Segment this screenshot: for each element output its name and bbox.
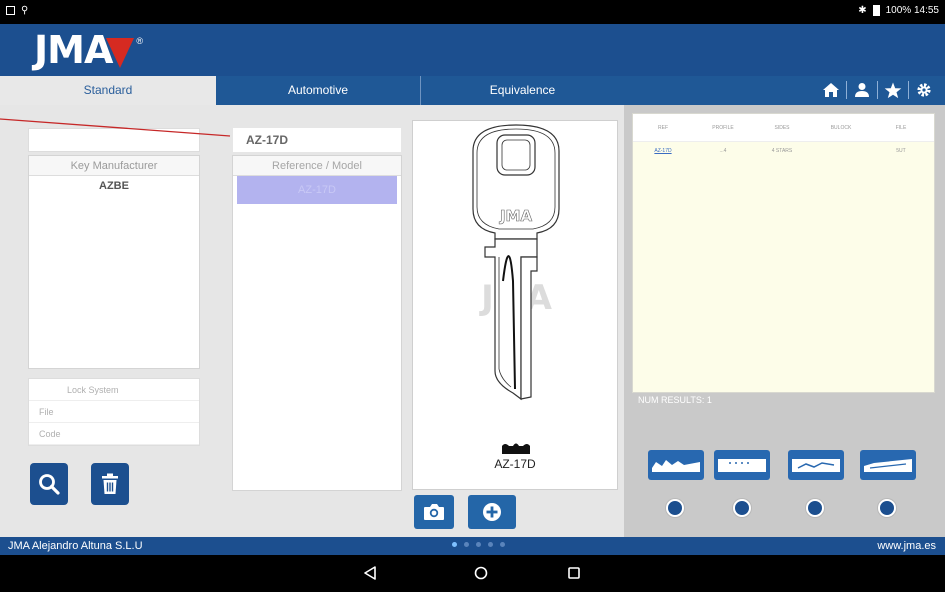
blade-type-4-icon[interactable] <box>860 450 916 480</box>
col-profile: PROFILE <box>712 124 734 131</box>
col-bulock: BULOCK <box>830 124 852 131</box>
trash-icon <box>102 473 118 494</box>
results-table: REF PROFILE SIDES BULOCK FILE AZ-17D ...… <box>632 113 935 393</box>
jma-logo: JMA ® <box>34 30 143 70</box>
page-dot[interactable] <box>488 542 493 547</box>
annotation-pointer-line <box>0 118 231 137</box>
blade-type-1-icon[interactable] <box>648 450 704 480</box>
num-results-label: NUM RESULTS: 1 <box>638 395 712 405</box>
reference-item-selected[interactable]: AZ-17D <box>237 176 397 204</box>
app-header: JMA ® <box>0 24 945 76</box>
logo-text: JMA <box>34 28 113 72</box>
key-image-panel: JMA JMA AZ-17D <box>412 120 618 490</box>
screenshot-icon <box>6 6 15 15</box>
results-header: REF PROFILE SIDES BULOCK FILE <box>633 114 934 142</box>
col-file: FILE <box>895 124 907 131</box>
key-brand-text: JMA <box>499 207 533 225</box>
page-indicator <box>452 542 505 547</box>
footer-bar: JMA Alejandro Altuna S.L.U www.jma.es <box>0 537 945 555</box>
page-dot[interactable] <box>452 542 457 547</box>
table-row[interactable]: AZ-17D ...4 4 STARS 5UT <box>633 142 934 160</box>
search-button[interactable] <box>30 463 68 505</box>
cell-file: 5UT <box>896 148 906 154</box>
camera-button[interactable] <box>414 495 454 529</box>
reference-list-header: Reference / Model <box>233 156 401 176</box>
col-sides: SIDES <box>774 124 790 131</box>
bluetooth-icon: ✱ <box>858 5 867 16</box>
col-ref: REF <box>658 124 668 131</box>
status-text: 100% 14:55 <box>885 5 939 16</box>
gear-icon[interactable] <box>911 79 937 101</box>
reference-list: Reference / Model AZ-17D <box>232 155 402 491</box>
page-dot[interactable] <box>500 542 505 547</box>
manufacturer-list: Key Manufacturer AZBE <box>28 155 200 369</box>
add-button[interactable] <box>468 495 516 529</box>
delete-button[interactable] <box>91 463 129 505</box>
toolbar-icons <box>818 79 937 101</box>
cell-profile: ...4 <box>719 148 727 154</box>
key-reference-caption: AZ-17D <box>494 457 536 471</box>
tab-automotive[interactable]: Automotive <box>216 76 420 105</box>
back-icon[interactable] <box>361 564 379 582</box>
logo-triangle <box>106 38 135 68</box>
home-icon[interactable] <box>818 79 844 101</box>
search-icon <box>39 474 60 495</box>
usb-icon: ⚲ <box>21 5 29 16</box>
toolbar-divider <box>908 81 909 99</box>
logo-registered: ® <box>136 36 144 46</box>
reference-search-input[interactable]: AZ-17D <box>233 128 401 152</box>
lock-system-field[interactable]: Lock System <box>29 379 199 401</box>
cell-ref[interactable]: AZ-17D <box>633 148 693 154</box>
blade-type-1-radio[interactable] <box>666 499 684 517</box>
cell-sides: 4 STARS <box>771 148 793 154</box>
tab-equivalence[interactable]: Equivalence <box>420 76 624 105</box>
toolbar-divider <box>846 81 847 99</box>
blade-type-3-icon[interactable] <box>788 450 844 480</box>
tab-bar: Standard Automotive Equivalence <box>0 76 945 105</box>
toolbar-divider <box>877 81 878 99</box>
page-dot[interactable] <box>464 542 469 547</box>
blade-type-4-radio[interactable] <box>878 499 896 517</box>
blade-type-2-radio[interactable] <box>733 499 751 517</box>
file-field[interactable]: File <box>29 401 199 423</box>
code-field[interactable]: Code <box>29 423 199 445</box>
camera-icon <box>424 504 444 520</box>
blade-type-2-icon[interactable] <box>714 450 770 480</box>
home-nav-icon[interactable] <box>472 564 490 582</box>
tab-standard[interactable]: Standard <box>0 76 216 105</box>
manufacturer-list-header: Key Manufacturer <box>29 156 199 176</box>
star-icon[interactable] <box>880 79 906 101</box>
footer-website-link[interactable]: www.jma.es <box>877 540 936 552</box>
recents-icon[interactable] <box>565 564 583 582</box>
user-icon[interactable] <box>849 79 875 101</box>
lock-info-box: Lock System File Code <box>28 378 200 446</box>
page-dot[interactable] <box>476 542 481 547</box>
status-bar: ⚲ ✱ 100% 14:55 <box>0 0 945 24</box>
manufacturer-item[interactable]: AZBE <box>29 176 199 196</box>
android-nav-bar <box>0 555 945 592</box>
key-drawing: JMA JMA <box>472 124 560 401</box>
footer-company: JMA Alejandro Altuna S.L.U <box>8 540 143 552</box>
blade-type-3-radio[interactable] <box>806 499 824 517</box>
plus-circle-icon <box>483 503 501 521</box>
battery-icon <box>872 5 880 16</box>
